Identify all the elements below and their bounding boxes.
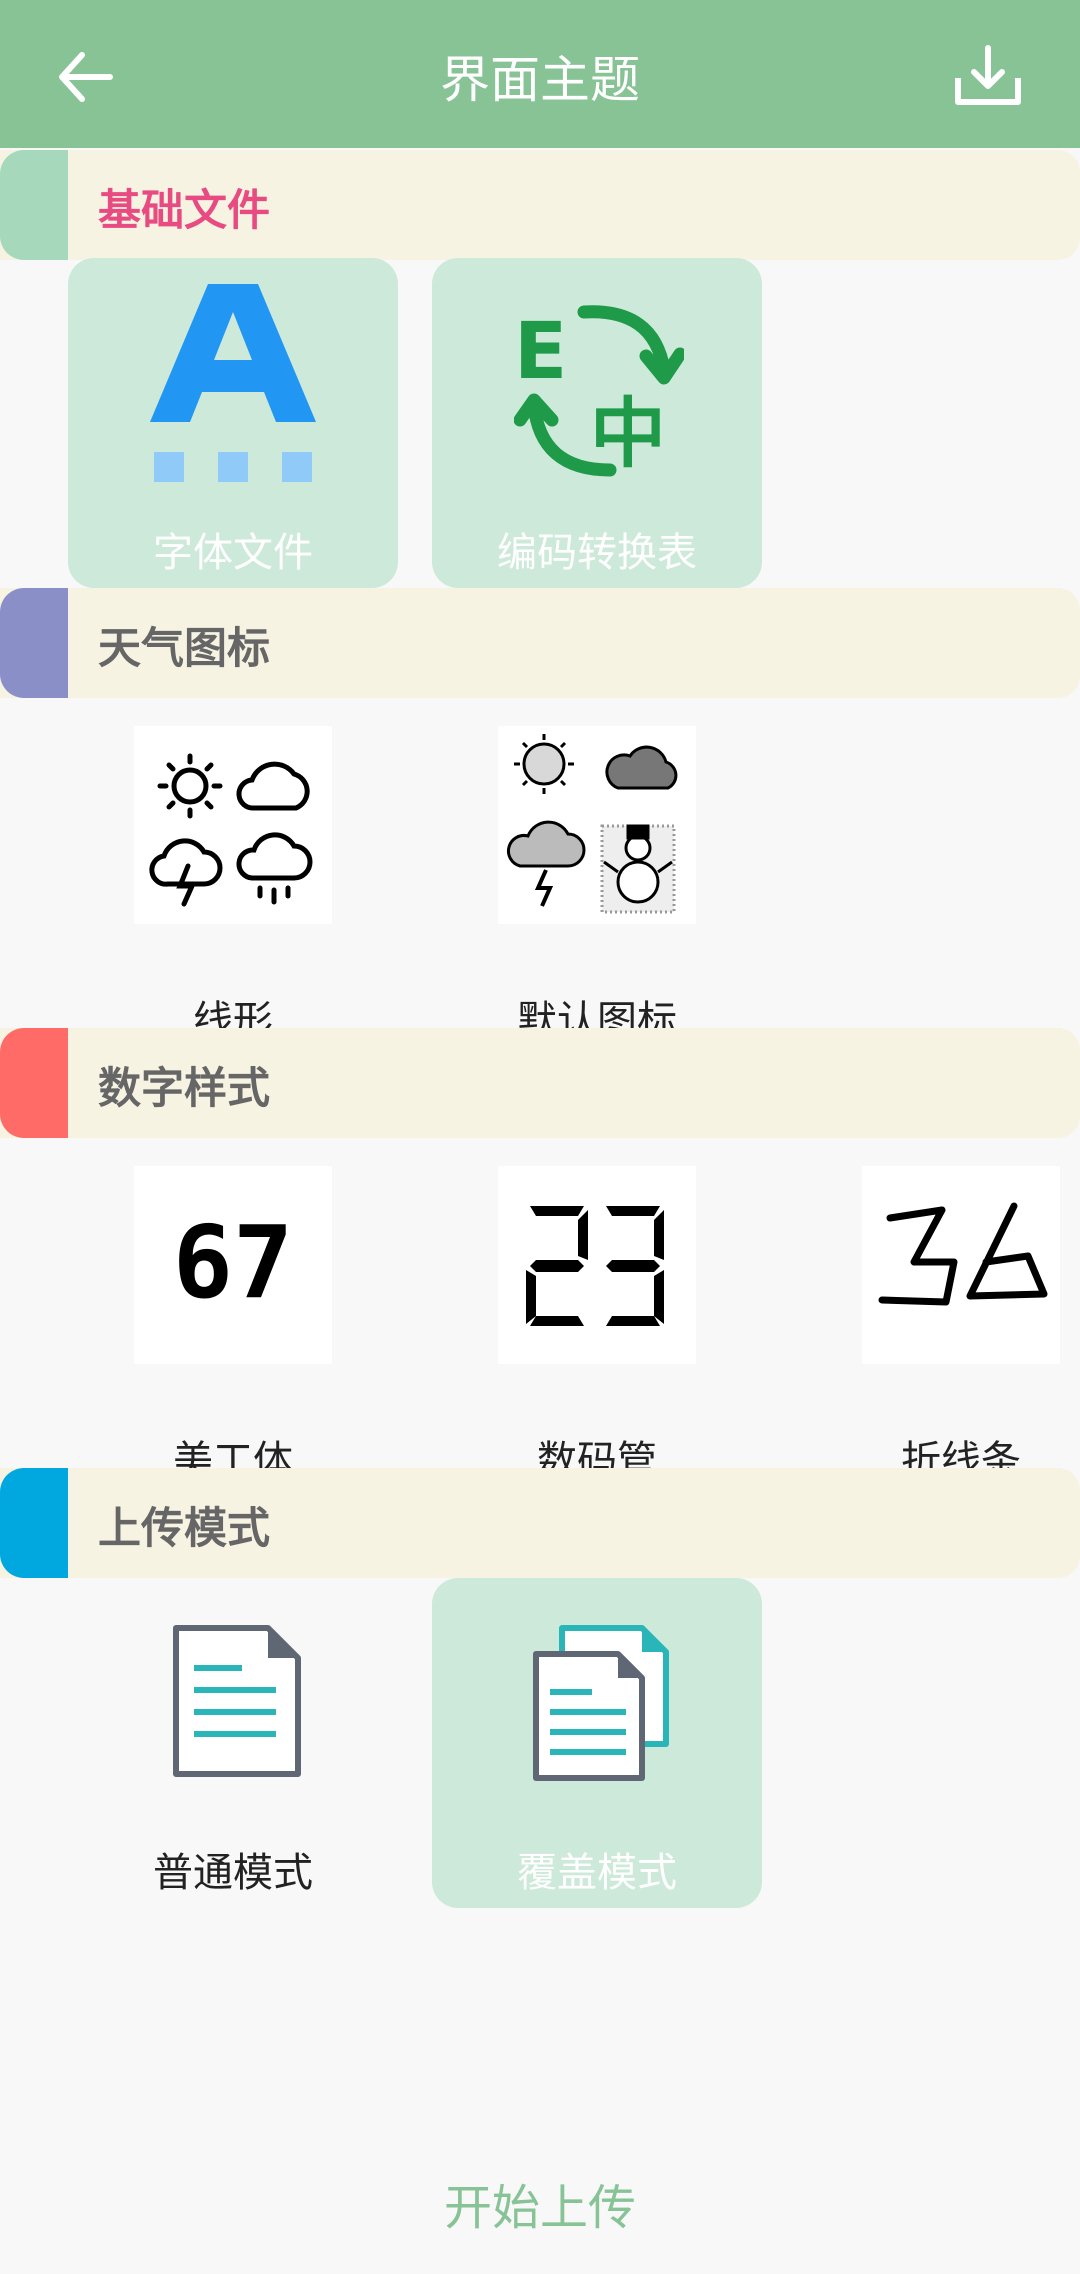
document-icon: [173, 1625, 301, 1777]
digits-preview: 67: [172, 1204, 294, 1321]
section-stripe: [0, 1468, 68, 1578]
tile-weather-default[interactable]: 默认图标: [432, 726, 762, 1056]
section-stripe: [0, 588, 68, 698]
digits-polyline-icon: [862, 1166, 1060, 1364]
tile-label: 字体文件: [153, 530, 313, 576]
digits-art-icon: 67: [134, 1166, 332, 1364]
section-basic-files: 基础文件: [0, 150, 1080, 260]
section-digit-style: 数字样式: [0, 1028, 1080, 1138]
tile-overlay-mode[interactable]: 覆盖模式: [432, 1578, 762, 1908]
section-label: 上传模式: [98, 1504, 270, 1554]
encoding-table-icon: E 中: [514, 305, 684, 478]
tile-digits-polyline[interactable]: 折线条: [796, 1166, 1080, 1496]
section-weather-icons: 天气图标: [0, 588, 1080, 698]
documents-overlay-icon: [533, 1625, 669, 1781]
section-stripe: [0, 1028, 68, 1138]
section-label: 基础文件: [98, 186, 270, 236]
tile-font-file[interactable]: 字体文件: [68, 258, 398, 588]
digits-segment-icon: [498, 1166, 696, 1364]
start-upload-button[interactable]: 开始上传: [0, 2168, 1080, 2238]
tile-label: 编码转换表: [497, 530, 697, 576]
tile-digits-segment[interactable]: 数码管: [432, 1166, 762, 1496]
tile-label: 覆盖模式: [517, 1850, 677, 1896]
tile-digits-art[interactable]: 67 美工体: [68, 1166, 398, 1496]
page-title: 界面主题: [440, 51, 640, 109]
tile-label: 普通模式: [153, 1850, 313, 1896]
svg-text:E: E: [514, 307, 567, 397]
tile-encoding-table[interactable]: E 中 编码转换表: [432, 258, 762, 588]
svg-text:中: 中: [590, 389, 666, 478]
section-label: 天气图标: [98, 624, 270, 674]
section-label: 数字样式: [98, 1064, 270, 1114]
download-button[interactable]: [948, 42, 1028, 112]
weather-default-icon: [498, 726, 696, 924]
app-bar: 界面主题: [0, 0, 1080, 148]
download-icon: [955, 45, 1021, 105]
tile-weather-line[interactable]: 线形: [68, 726, 398, 1056]
section-upload-mode: 上传模式: [0, 1468, 1080, 1578]
tile-normal-mode[interactable]: 普通模式: [68, 1578, 398, 1908]
weather-line-icon: [134, 726, 332, 924]
section-stripe: [0, 150, 68, 260]
font-file-icon: [150, 284, 316, 482]
